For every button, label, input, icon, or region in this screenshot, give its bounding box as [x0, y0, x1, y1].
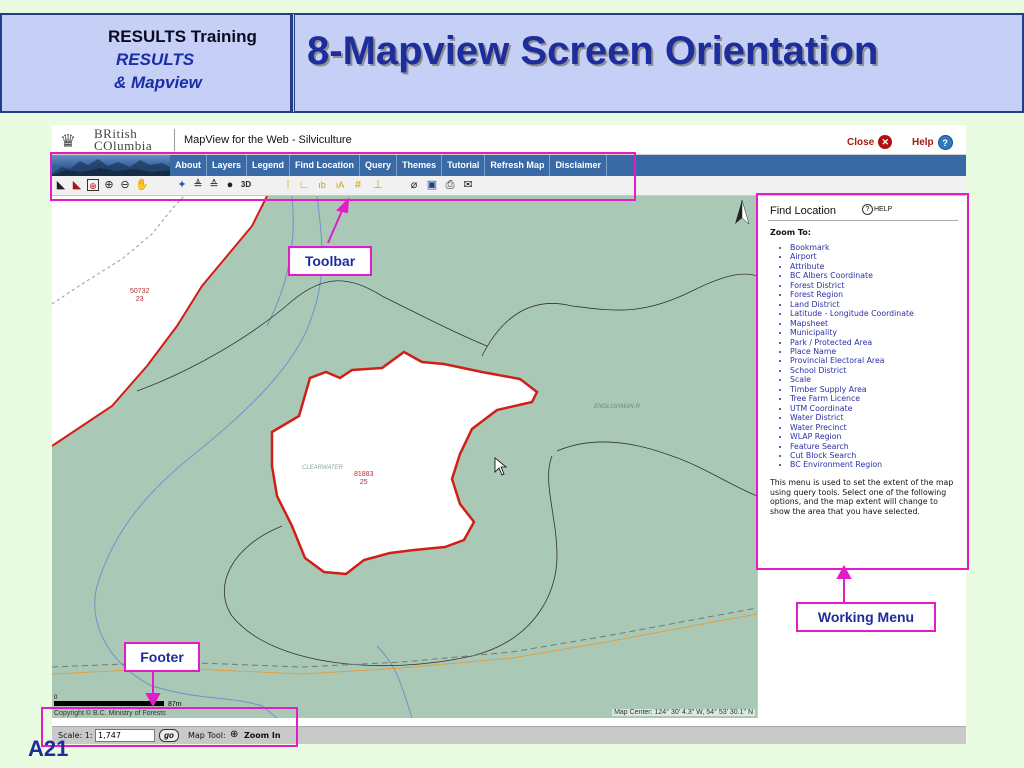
bc-logo[interactable]: ♛ BRitish COlumbia — [56, 127, 174, 153]
map-faint-label-center: CLEARWATER — [302, 465, 344, 471]
footer-callout: Footer — [124, 642, 200, 672]
header-line-1: RESULTS Training — [108, 27, 257, 46]
close-button[interactable]: Close ✕ — [847, 135, 893, 149]
map-center-readout: Map Center: 124° 30' 4.3" W, 54° 53' 30.… — [612, 709, 755, 716]
bc-crest-icon: ♛ — [60, 131, 77, 151]
working-menu-callout: Working Menu — [796, 602, 936, 632]
close-icon: ✕ — [878, 135, 893, 149]
footer-highlight — [41, 707, 298, 747]
help-icon: ? — [937, 135, 953, 150]
slide-header-right: 8-Mapview Screen Orientation — [292, 13, 1024, 113]
slide-number: A21 — [28, 736, 69, 761]
map-canvas — [52, 196, 757, 718]
slide-header-left: RESULTS Training RESULTS & Mapview — [0, 13, 292, 113]
toolbar-highlight — [50, 152, 636, 201]
parcel-label-top-left: 50732 23 — [130, 288, 150, 303]
toolbar-callout: Toolbar — [288, 246, 372, 276]
help-button[interactable]: Help ? — [912, 135, 953, 150]
bc-logo-text: BRitish COlumbia — [94, 126, 153, 153]
header-line-3: & Mapview — [114, 73, 202, 92]
scale-bar — [54, 701, 164, 706]
map-faint-label-right: ENGLISHMAN-R — [594, 404, 641, 410]
slide-title: 8-Mapview Screen Orientation — [307, 29, 879, 73]
header-line-2: RESULTS — [116, 50, 195, 69]
app-title-bar: ♛ BRitish COlumbia MapView for the Web - … — [52, 125, 966, 155]
help-label: Help — [912, 137, 934, 148]
parcel-label-center: 81883 25 — [354, 471, 374, 486]
title-divider — [174, 129, 175, 151]
app-title: MapView for the Web - Silviculture — [184, 134, 352, 146]
working-menu-highlight — [756, 193, 969, 570]
close-label: Close — [847, 136, 875, 148]
map-view[interactable]: 50732 23 81883 25 CLEARWATER ENGLISHMAN-… — [52, 196, 757, 718]
